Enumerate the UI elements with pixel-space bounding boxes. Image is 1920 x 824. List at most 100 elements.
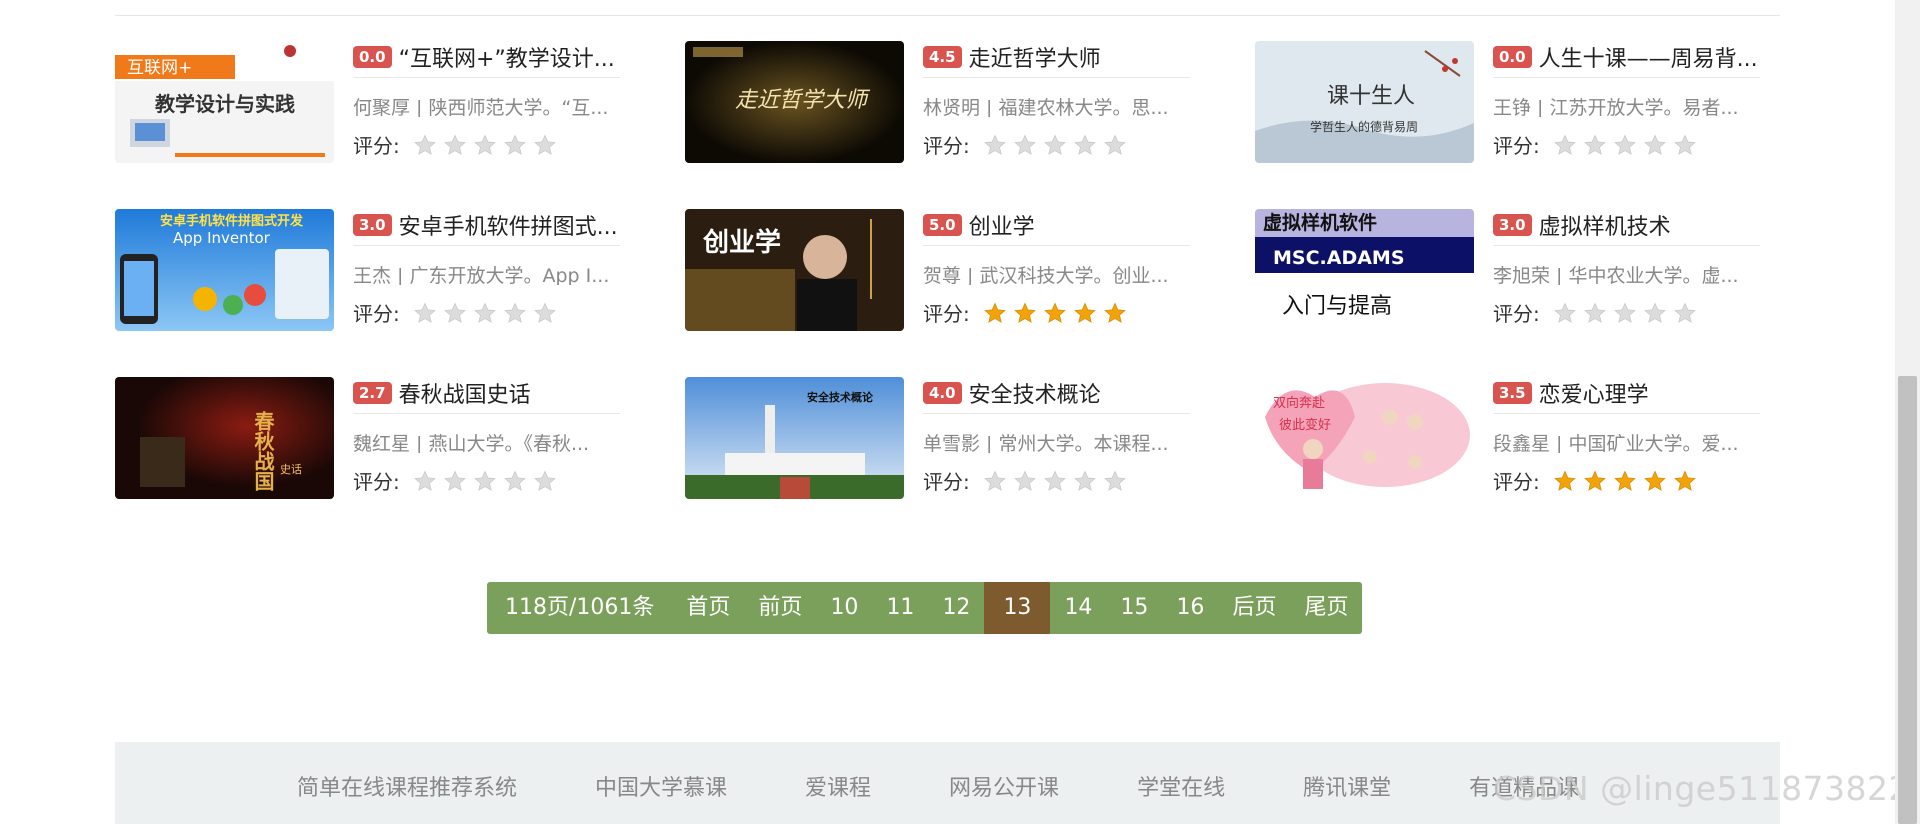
- rating-star-icon: [1103, 301, 1126, 323]
- rating-star-icon: [533, 133, 556, 155]
- course-title-link[interactable]: 安全技术概论: [969, 377, 1101, 409]
- thumb-main: 双向奔赴: [1273, 395, 1325, 411]
- course-title-link[interactable]: 走近哲学大师: [969, 41, 1101, 73]
- course-info: 4.0 安全技术概论 单雪影 | 常州大学。本课程... 评分:: [923, 377, 1190, 495]
- course-title-link[interactable]: 春秋战国史话: [399, 377, 531, 409]
- rating-star-icon: [503, 133, 526, 155]
- course-card[interactable]: 双向奔赴 彼此变好 3.5 恋爱心理学 段鑫星 | 中国矿业大学。爱... 评分…: [1255, 377, 1775, 502]
- page-12-button[interactable]: 12: [928, 582, 984, 634]
- course-thumbnail[interactable]: 走近哲学大师: [685, 41, 904, 163]
- course-teacher: 王铮 | 江苏开放大学。易者...: [1493, 97, 1739, 117]
- course-card[interactable]: 走近哲学大师 4.5 走近哲学大师 林贤明 | 福建农林大学。思... 评分:: [685, 41, 1205, 166]
- first-page-button[interactable]: 首页: [672, 582, 744, 634]
- rating-star-icon: [1643, 469, 1666, 491]
- rating-star-icon: [1103, 469, 1126, 491]
- page-16-button[interactable]: 16: [1162, 582, 1218, 634]
- rating-star-icon: [533, 469, 556, 491]
- rating-label: 评分:: [353, 134, 400, 158]
- course-card[interactable]: 春秋战国 史话 2.7 春秋战国史话 魏红星 | 燕山大学。《春秋... 评分:: [115, 377, 635, 502]
- course-title-row: 0.0 “互联网+”教学设计...: [353, 41, 620, 78]
- page-14-button[interactable]: 14: [1050, 582, 1106, 634]
- footer-link-system[interactable]: 简单在线课程推荐系统: [297, 770, 517, 802]
- thumb-main: 春秋战国: [251, 410, 275, 491]
- score-badge: 4.5: [923, 46, 962, 68]
- footer-link-xuetang[interactable]: 学堂在线: [1137, 770, 1225, 802]
- course-card[interactable]: 虚拟样机软件 MSC.ADAMS 入门与提高 3.0 虚拟样机技术 李旭荣 | …: [1255, 209, 1775, 334]
- course-info: 4.5 走近哲学大师 林贤明 | 福建农林大学。思... 评分:: [923, 41, 1190, 159]
- footer-link-icourse[interactable]: 爱课程: [805, 770, 871, 802]
- rating-label: 评分:: [923, 302, 970, 326]
- course-thumbnail[interactable]: 安卓手机软件拼图式开发 App Inventor: [115, 209, 334, 331]
- rating-star-icon: [533, 301, 556, 323]
- course-thumbnail[interactable]: 春秋战国 史话: [115, 377, 334, 499]
- course-thumbnail[interactable]: 课十生人 学哲生人的德背易周: [1255, 41, 1474, 163]
- footer-link-mooc[interactable]: 中国大学慕课: [595, 770, 727, 802]
- thumb-third: 入门与提高: [1282, 294, 1392, 319]
- course-teacher: 单雪影 | 常州大学。本课程...: [923, 433, 1169, 453]
- course-title-row: 4.5 走近哲学大师: [923, 41, 1190, 78]
- rating-star-icon: [473, 133, 496, 155]
- page-11-button[interactable]: 11: [872, 582, 928, 634]
- rating-star-icon: [1613, 133, 1636, 155]
- page-15-button[interactable]: 15: [1106, 582, 1162, 634]
- course-card[interactable]: 安卓手机软件拼图式开发 App Inventor 3.0 安卓手机软件拼图式..…: [115, 209, 635, 334]
- rating-star-icon: [1583, 133, 1606, 155]
- course-thumbnail[interactable]: 互联网+ 教学设计与实践: [115, 41, 334, 163]
- rating-star-icon: [1013, 469, 1036, 491]
- course-title-link[interactable]: 安卓手机软件拼图式...: [399, 209, 618, 241]
- course-title-link[interactable]: 人生十课——周易背...: [1539, 41, 1758, 73]
- rating-label: 评分:: [923, 470, 970, 494]
- course-card[interactable]: 创业学 5.0 创业学 贺尊 | 武汉科技大学。创业... 评分:: [685, 209, 1205, 334]
- rating-label: 评分:: [923, 134, 970, 158]
- rating-star-icon: [1673, 469, 1696, 491]
- page-13-current[interactable]: 13: [984, 582, 1051, 634]
- rating-star-icon: [443, 301, 466, 323]
- rating-star-icon: [413, 469, 436, 491]
- course-info: 2.7 春秋战国史话 魏红星 | 燕山大学。《春秋... 评分:: [353, 377, 620, 495]
- footer-link-netease[interactable]: 网易公开课: [949, 770, 1059, 802]
- next-page-button[interactable]: 后页: [1218, 582, 1290, 634]
- prev-page-button[interactable]: 前页: [744, 582, 816, 634]
- thumb-banner: 互联网+: [127, 58, 192, 78]
- rating-star-icon: [413, 301, 436, 323]
- course-card[interactable]: 课十生人 学哲生人的德背易周 0.0 人生十课——周易背... 王铮 | 江苏开…: [1255, 41, 1775, 166]
- rating-star-icon: [473, 301, 496, 323]
- course-card[interactable]: 安全技术概论 4.0 安全技术概论 单雪影 | 常州大学。本课程... 评分:: [685, 377, 1205, 502]
- thumb-sub: 史话: [280, 463, 302, 476]
- rating-star-icon: [1643, 301, 1666, 323]
- rating-star-icon: [413, 133, 436, 155]
- course-title-link[interactable]: 虚拟样机技术: [1539, 209, 1671, 241]
- rating-star-icon: [1073, 133, 1096, 155]
- pagination-summary: 118页/1061条: [505, 595, 655, 620]
- rating-star-icon: [1613, 469, 1636, 491]
- rating-star-icon: [443, 133, 466, 155]
- course-teacher: 贺尊 | 武汉科技大学。创业...: [923, 265, 1169, 285]
- rating-star-icon: [1103, 133, 1126, 155]
- scrollbar-thumb[interactable]: [1898, 376, 1917, 824]
- page-10-button[interactable]: 10: [816, 582, 872, 634]
- course-thumbnail[interactable]: 安全技术概论: [685, 377, 904, 499]
- scrollbar[interactable]: [1895, 0, 1920, 824]
- top-divider: [115, 15, 1780, 16]
- rating-row: 评分:: [353, 130, 620, 159]
- last-page-button[interactable]: 尾页: [1290, 582, 1362, 634]
- course-thumbnail[interactable]: 创业学: [685, 209, 904, 331]
- footer-link-tencent[interactable]: 腾讯课堂: [1303, 770, 1391, 802]
- course-title-row: 4.0 安全技术概论: [923, 377, 1190, 414]
- course-thumbnail[interactable]: 虚拟样机软件 MSC.ADAMS 入门与提高: [1255, 209, 1474, 331]
- course-title-link[interactable]: 恋爱心理学: [1539, 377, 1649, 409]
- course-teacher: 魏红星 | 燕山大学。《春秋...: [353, 433, 590, 453]
- course-thumbnail[interactable]: 双向奔赴 彼此变好: [1255, 377, 1474, 499]
- course-title-link[interactable]: “互联网+”教学设计...: [399, 41, 615, 73]
- rating-star-icon: [1553, 469, 1576, 491]
- course-info: 0.0 人生十课——周易背... 王铮 | 江苏开放大学。易者... 评分:: [1493, 41, 1760, 159]
- rating-star-icon: [1073, 469, 1096, 491]
- course-teacher: 段鑫星 | 中国矿业大学。爱...: [1493, 433, 1739, 453]
- rating-row: 评分:: [1493, 466, 1760, 495]
- thumb-sub: App Inventor: [173, 229, 271, 247]
- course-title-link[interactable]: 创业学: [969, 209, 1035, 241]
- course-card[interactable]: 互联网+ 教学设计与实践 0.0 “互联网+”教学设计... 何聚厚 | 陕西师…: [115, 41, 635, 166]
- thumb-sub: 学哲生人的德背易周: [1310, 119, 1418, 134]
- rating-row: 评分:: [353, 298, 620, 327]
- footer-links: 简单在线课程推荐系统 中国大学慕课 爱课程 网易公开课 学堂在线 腾讯课堂 有道…: [297, 770, 1657, 802]
